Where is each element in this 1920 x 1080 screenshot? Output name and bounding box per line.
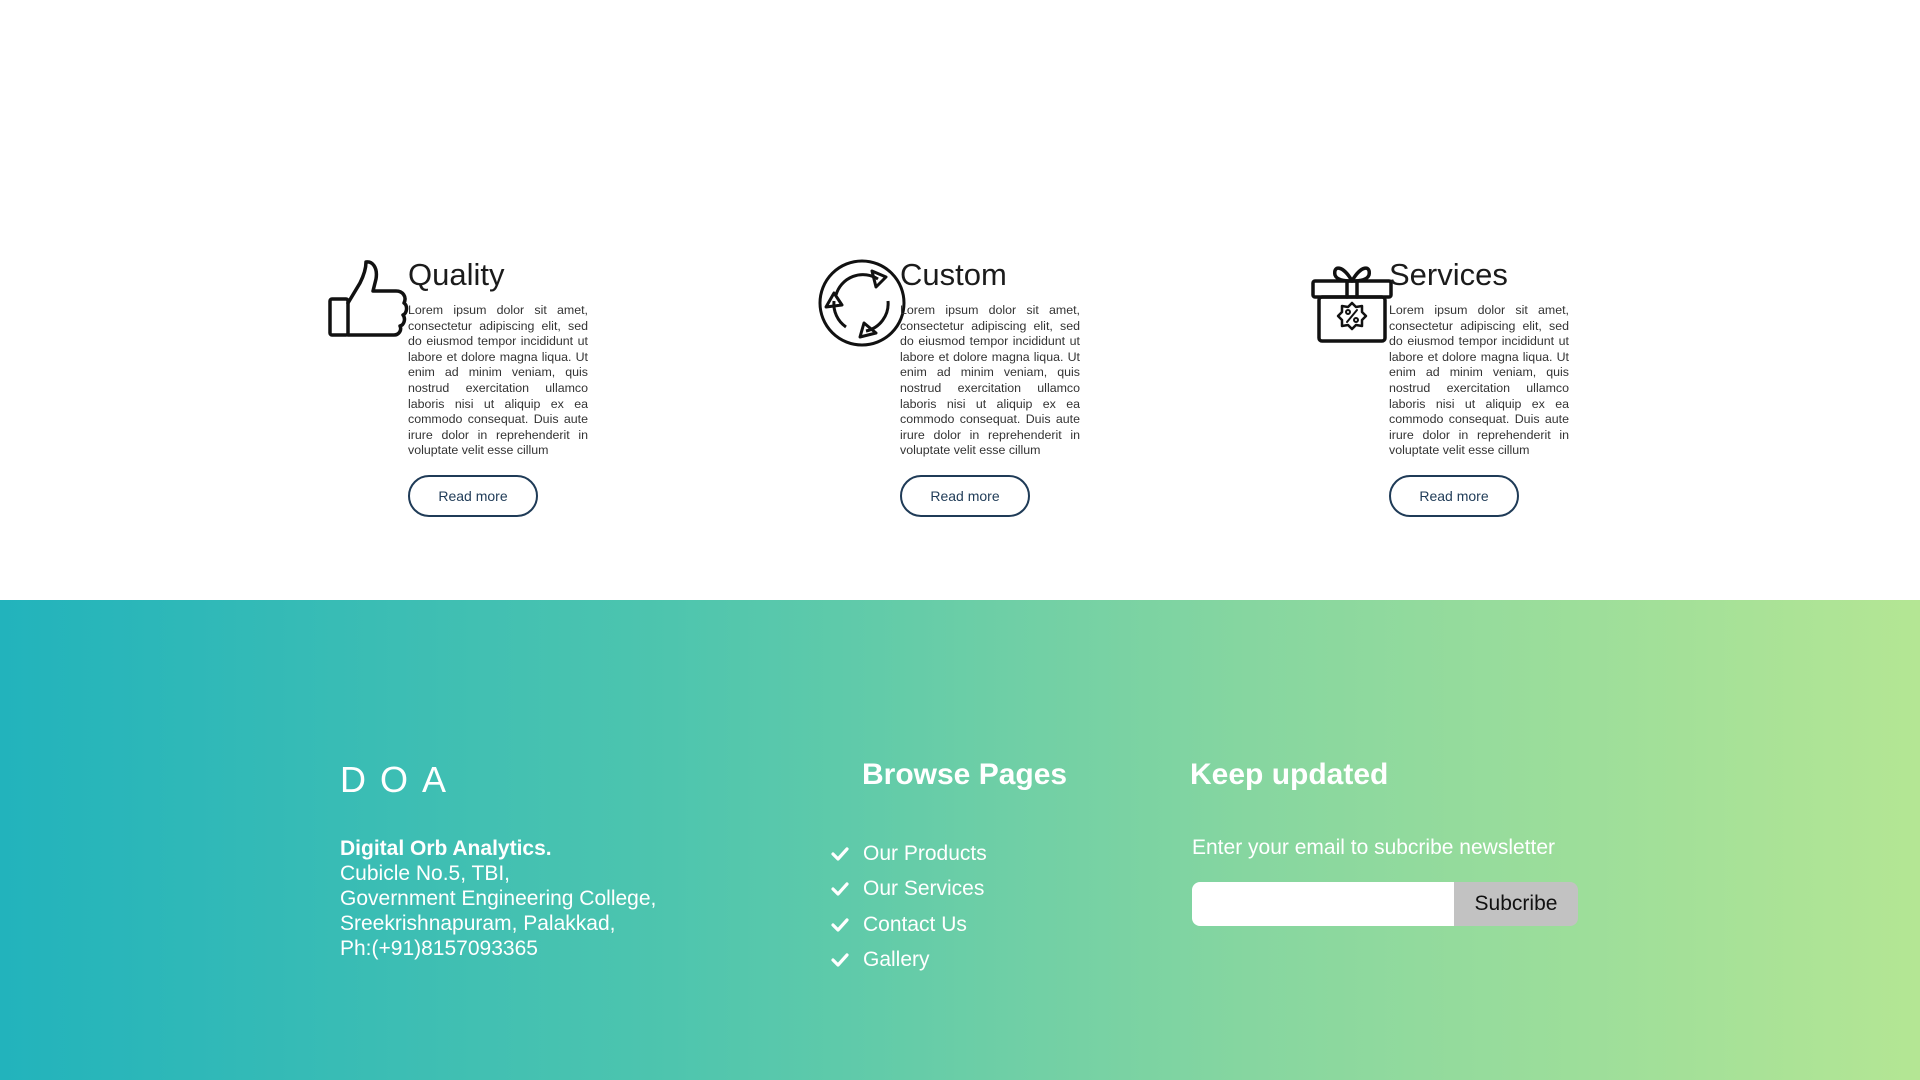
read-more-button[interactable]: Read more xyxy=(1389,475,1519,517)
check-icon xyxy=(831,882,849,896)
check-icon xyxy=(831,918,849,932)
company-name: Digital Orb Analytics. xyxy=(340,837,552,860)
keep-updated-heading: Keep updated xyxy=(1190,758,1389,791)
footer-link-label: Our Products xyxy=(863,841,987,865)
subscribe-button[interactable]: Subcribe xyxy=(1454,882,1578,926)
footer-link-gallery[interactable]: Gallery xyxy=(830,943,987,979)
check-icon xyxy=(831,847,849,861)
feature-description: Lorem ipsum dolor sit amet, consectetur … xyxy=(900,303,1080,458)
footer-link-contact-us[interactable]: Contact Us xyxy=(830,907,987,943)
check-icon xyxy=(831,953,849,967)
footer-link-our-services[interactable]: Our Services xyxy=(830,872,987,908)
phone-line: Ph:(+91)8157093365 xyxy=(340,937,538,960)
newsletter-email-input[interactable] xyxy=(1192,882,1454,926)
browse-pages-heading: Browse Pages xyxy=(862,758,1068,791)
browse-pages-list: Our Products Our Services Contact Us Gal… xyxy=(830,836,987,978)
feature-title: Custom xyxy=(900,257,1007,292)
read-more-button[interactable]: Read more xyxy=(408,475,538,517)
brand-logo-text: DOA xyxy=(340,759,461,800)
company-address: Digital Orb Analytics. Cubicle No.5, TBI… xyxy=(340,836,656,961)
footer-link-label: Gallery xyxy=(863,948,930,972)
recycle-arrows-icon xyxy=(816,257,908,349)
footer-link-label: Contact Us xyxy=(863,912,967,936)
feature-title: Quality xyxy=(408,257,505,292)
newsletter-subtitle: Enter your email to subcribe newsletter xyxy=(1192,836,1555,859)
thumbs-up-icon xyxy=(326,257,418,349)
feature-description: Lorem ipsum dolor sit amet, consectetur … xyxy=(408,303,588,458)
read-more-button[interactable]: Read more xyxy=(900,475,1030,517)
footer: DOA Digital Orb Analytics. Cubicle No.5,… xyxy=(0,600,1920,1080)
feature-description: Lorem ipsum dolor sit amet, consectetur … xyxy=(1389,303,1569,458)
footer-link-our-products[interactable]: Our Products xyxy=(830,836,987,872)
address-line: Sreekrishnapuram, Palakkad, xyxy=(340,912,616,935)
address-line: Cubicle No.5, TBI, xyxy=(340,862,511,885)
footer-link-label: Our Services xyxy=(863,877,985,901)
address-line: Government Engineering College, xyxy=(340,887,657,910)
feature-title: Services xyxy=(1389,257,1508,292)
gift-discount-icon xyxy=(1307,257,1399,349)
